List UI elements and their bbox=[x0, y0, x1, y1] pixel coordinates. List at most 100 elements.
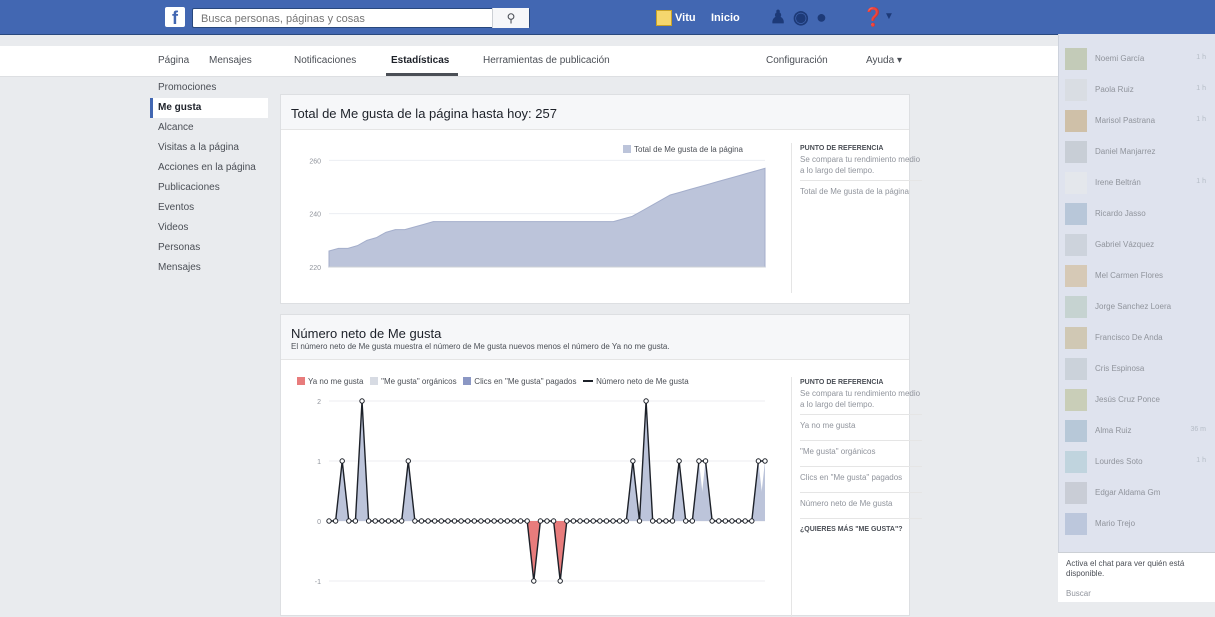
data-point[interactable] bbox=[418, 518, 425, 524]
chat-search-input[interactable]: Buscar bbox=[1066, 589, 1091, 598]
data-point[interactable] bbox=[517, 518, 524, 524]
left-nav-alcance[interactable]: Alcance bbox=[150, 118, 268, 138]
tab-mensajes[interactable]: Mensajes bbox=[209, 55, 252, 66]
contact-item[interactable]: Cris Espinosa bbox=[1065, 358, 1210, 380]
data-point[interactable] bbox=[326, 518, 332, 524]
data-point[interactable] bbox=[683, 518, 689, 524]
benchmark-item-organic[interactable]: "Me gusta" orgánicos bbox=[800, 440, 922, 462]
contact-item[interactable]: Gabriel Vázquez bbox=[1065, 234, 1210, 256]
data-point[interactable] bbox=[339, 458, 345, 464]
contact-item[interactable]: Alma Ruiz 36 m bbox=[1065, 420, 1210, 442]
contact-item[interactable]: Marisol Pastrana 1 h bbox=[1065, 110, 1210, 132]
data-point[interactable] bbox=[590, 518, 596, 524]
contact-item[interactable]: Noemi García 1 h bbox=[1065, 48, 1210, 70]
tab-herramientas[interactable]: Herramientas de publicación bbox=[483, 55, 610, 66]
data-point[interactable] bbox=[735, 518, 742, 524]
data-point[interactable] bbox=[722, 518, 729, 524]
data-point[interactable] bbox=[742, 518, 748, 524]
data-point[interactable] bbox=[544, 518, 550, 524]
data-point[interactable] bbox=[511, 518, 517, 524]
left-nav-eventos[interactable]: Eventos bbox=[150, 198, 268, 218]
contact-item[interactable]: Ricardo Jasso bbox=[1065, 203, 1210, 225]
left-nav-promociones[interactable]: Promociones bbox=[150, 78, 268, 98]
data-point[interactable] bbox=[689, 518, 696, 524]
data-point[interactable] bbox=[557, 578, 563, 584]
messages-icon[interactable]: ◉ bbox=[793, 7, 809, 28]
data-point[interactable] bbox=[616, 518, 623, 524]
data-point[interactable] bbox=[649, 518, 656, 524]
contact-item[interactable]: Francisco De Anda bbox=[1065, 327, 1210, 349]
chat-status-text[interactable]: Activa el chat para ver quién está dispo… bbox=[1066, 559, 1206, 579]
help-icon[interactable]: ❓ bbox=[862, 7, 884, 28]
data-point[interactable] bbox=[716, 518, 722, 524]
benchmark-more[interactable]: ¿QUIERES MÁS "ME GUSTA"? bbox=[800, 518, 922, 540]
tab-notificaciones[interactable]: Notificaciones bbox=[294, 55, 356, 66]
data-point[interactable] bbox=[610, 518, 616, 524]
data-point[interactable] bbox=[451, 518, 458, 524]
data-point[interactable] bbox=[729, 518, 735, 524]
user-name[interactable]: Vitu bbox=[675, 12, 696, 24]
left-nav-videos[interactable]: Videos bbox=[150, 218, 268, 238]
total-likes-chart[interactable]: 260 240 220 bbox=[281, 135, 781, 285]
data-point[interactable] bbox=[445, 518, 451, 524]
data-point[interactable] bbox=[412, 518, 418, 524]
data-point[interactable] bbox=[332, 518, 339, 524]
contact-item[interactable]: Mel Carmen Flores bbox=[1065, 265, 1210, 287]
help-menu[interactable]: Ayuda ▾ bbox=[866, 55, 902, 66]
data-point[interactable] bbox=[372, 518, 378, 524]
search-icon[interactable]: ⚲ bbox=[492, 8, 529, 28]
left-nav-me-gusta[interactable]: Me gusta bbox=[150, 98, 268, 118]
total-likes-area[interactable] bbox=[328, 167, 766, 268]
left-nav-visitas[interactable]: Visitas a la página bbox=[150, 138, 268, 158]
data-point[interactable] bbox=[643, 398, 649, 404]
data-point[interactable] bbox=[524, 518, 530, 524]
data-point[interactable] bbox=[564, 518, 570, 524]
data-point[interactable] bbox=[636, 518, 643, 524]
contact-item[interactable]: Mario Trejo bbox=[1065, 513, 1210, 535]
contact-item[interactable]: Lourdes Soto 1 h bbox=[1065, 451, 1210, 473]
data-point[interactable] bbox=[425, 518, 431, 524]
chevron-down-icon[interactable]: ▼ bbox=[884, 11, 894, 22]
data-point[interactable] bbox=[669, 518, 676, 524]
data-point[interactable] bbox=[491, 518, 497, 524]
data-point[interactable] bbox=[603, 518, 610, 524]
tab-estadisticas[interactable]: Estadísticas bbox=[391, 55, 449, 66]
data-point[interactable] bbox=[346, 518, 352, 524]
data-point[interactable] bbox=[398, 518, 405, 524]
data-point[interactable] bbox=[471, 518, 478, 524]
data-point[interactable] bbox=[484, 518, 491, 524]
settings-link[interactable]: Configuración bbox=[766, 55, 828, 66]
data-point[interactable] bbox=[623, 518, 629, 524]
tab-pagina[interactable]: Página bbox=[158, 55, 189, 66]
data-point[interactable] bbox=[431, 518, 438, 524]
contact-item[interactable]: Jorge Sanchez Loera bbox=[1065, 296, 1210, 318]
data-point[interactable] bbox=[702, 458, 709, 464]
data-point[interactable] bbox=[385, 518, 392, 524]
data-point[interactable] bbox=[755, 458, 762, 464]
contact-item[interactable]: Edgar Aldama Gm bbox=[1065, 482, 1210, 504]
search-input[interactable] bbox=[199, 10, 503, 28]
data-point[interactable] bbox=[749, 518, 755, 524]
data-point[interactable] bbox=[365, 518, 372, 524]
data-point[interactable] bbox=[531, 578, 537, 584]
data-point[interactable] bbox=[663, 518, 669, 524]
benchmark-item-unlikes[interactable]: Ya no me gusta bbox=[800, 414, 922, 436]
data-point[interactable] bbox=[352, 518, 359, 524]
left-nav-acciones[interactable]: Acciones en la página bbox=[150, 158, 268, 178]
chart-legend[interactable]: Ya no me gusta "Me gusta" orgánicos Clic… bbox=[297, 377, 689, 386]
data-point[interactable] bbox=[709, 518, 715, 524]
contact-item[interactable]: Irene Beltrán 1 h bbox=[1065, 172, 1210, 194]
friends-icon[interactable]: ♟ bbox=[770, 7, 786, 28]
data-point[interactable] bbox=[630, 458, 636, 464]
data-point[interactable] bbox=[405, 458, 411, 464]
user-avatar[interactable] bbox=[656, 10, 672, 26]
data-point[interactable] bbox=[438, 518, 445, 524]
data-point[interactable] bbox=[359, 398, 365, 404]
contact-item[interactable]: Paola Ruiz 1 h bbox=[1065, 79, 1210, 101]
facebook-logo[interactable]: f bbox=[165, 7, 185, 28]
benchmark-item-paid[interactable]: Clics en "Me gusta" pagados bbox=[800, 466, 922, 488]
data-point[interactable] bbox=[504, 518, 511, 524]
home-link[interactable]: Inicio bbox=[711, 12, 740, 24]
net-likes-chart[interactable]: 2 1 0 -1 bbox=[281, 391, 781, 601]
benchmark-item-net[interactable]: Número neto de Me gusta bbox=[800, 492, 922, 514]
